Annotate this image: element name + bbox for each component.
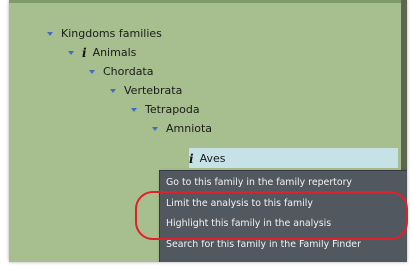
tree-node-label: Vertebrata xyxy=(124,84,183,97)
expand-caret-icon[interactable] xyxy=(152,126,158,131)
tree-node-aves[interactable]: i Aves xyxy=(189,149,225,168)
tree-node-kingdoms-families[interactable]: Kingdoms families xyxy=(47,24,162,43)
expand-caret-icon[interactable] xyxy=(47,31,53,36)
menu-item-highlight-family[interactable]: Highlight this family in the analysis xyxy=(166,215,331,232)
tree-node-label: Kingdoms families xyxy=(61,27,162,40)
tree-node-label: Amniota xyxy=(166,122,213,135)
info-icon[interactable]: i xyxy=(82,46,87,60)
info-icon[interactable]: i xyxy=(189,152,194,166)
expand-caret-icon[interactable] xyxy=(89,69,95,74)
menu-item-go-to-family-repertory[interactable]: Go to this family in the family repertor… xyxy=(166,174,352,191)
tree-node-label: Aves xyxy=(199,152,226,165)
expand-caret-icon[interactable] xyxy=(131,107,137,112)
tree-node-label: Chordata xyxy=(103,65,154,78)
family-tree-panel: Kingdoms families i Animals Chordata Ver… xyxy=(9,0,407,262)
tree-node-label: Tetrapoda xyxy=(145,103,200,116)
menu-item-search-family-finder[interactable]: Search for this family in the Family Fin… xyxy=(166,236,361,253)
context-menu: Go to this family in the family repertor… xyxy=(159,170,407,262)
tree-node-chordata[interactable]: Chordata xyxy=(89,62,154,81)
expand-caret-icon[interactable] xyxy=(68,50,74,55)
tree-node-tetrapoda[interactable]: Tetrapoda xyxy=(131,100,200,119)
expand-caret-icon[interactable] xyxy=(110,88,116,93)
tree-node-animals[interactable]: i Animals xyxy=(68,43,136,62)
tree-node-amniota[interactable]: Amniota xyxy=(152,119,212,138)
menu-item-limit-analysis[interactable]: Limit the analysis to this family xyxy=(166,195,313,212)
tree-node-label: Animals xyxy=(92,46,137,59)
tree-node-vertebrata[interactable]: Vertebrata xyxy=(110,81,182,100)
